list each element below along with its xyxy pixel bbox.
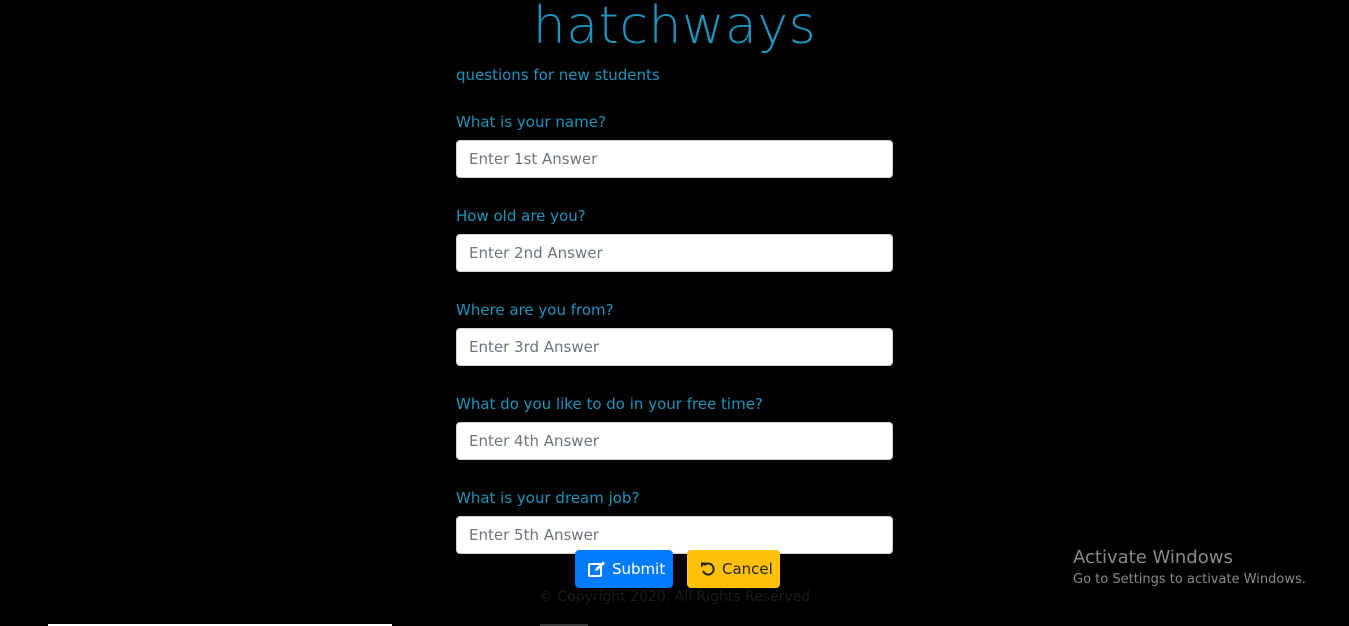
form-subtitle: questions for new students — [456, 66, 660, 84]
questions-form: questions for new students What is your … — [456, 64, 893, 554]
question-3: Where are you from? — [456, 298, 893, 366]
question-5-label: What is your dream job? — [456, 489, 640, 507]
page: hatchways questions for new students Wha… — [0, 0, 1349, 626]
question-2: How old are you? — [456, 204, 893, 272]
cancel-label: Cancel — [722, 560, 773, 578]
copyright-footer: © Copyright 2020. All Rights Reserved — [538, 589, 811, 605]
question-4-label: What do you like to do in your free time… — [456, 395, 763, 413]
edit-icon — [588, 561, 605, 577]
activate-windows-subtitle: Go to Settings to activate Windows. — [1073, 572, 1306, 587]
cancel-button[interactable]: Cancel — [687, 550, 780, 588]
question-1: What is your name? — [456, 110, 893, 178]
undo-icon — [701, 562, 715, 576]
answer-1-input[interactable] — [456, 140, 893, 178]
question-list: What is your name? How old are you? Wher… — [456, 110, 893, 554]
question-3-label: Where are you from? — [456, 301, 614, 319]
brand-title: hatchways — [532, 0, 817, 56]
answer-5-input[interactable] — [456, 516, 893, 554]
activate-windows-watermark: Activate Windows Go to Settings to activ… — [1073, 546, 1306, 589]
submit-button[interactable]: Submit — [575, 550, 673, 588]
question-4: What do you like to do in your free time… — [456, 392, 893, 460]
submit-label: Submit — [612, 560, 666, 578]
answer-4-input[interactable] — [456, 422, 893, 460]
question-2-label: How old are you? — [456, 207, 586, 225]
answer-2-input[interactable] — [456, 234, 893, 272]
form-actions: Submit Cancel — [575, 550, 780, 588]
activate-windows-title: Activate Windows — [1073, 547, 1233, 568]
question-5: What is your dream job? — [456, 486, 893, 554]
question-1-label: What is your name? — [456, 113, 606, 131]
answer-3-input[interactable] — [456, 328, 893, 366]
